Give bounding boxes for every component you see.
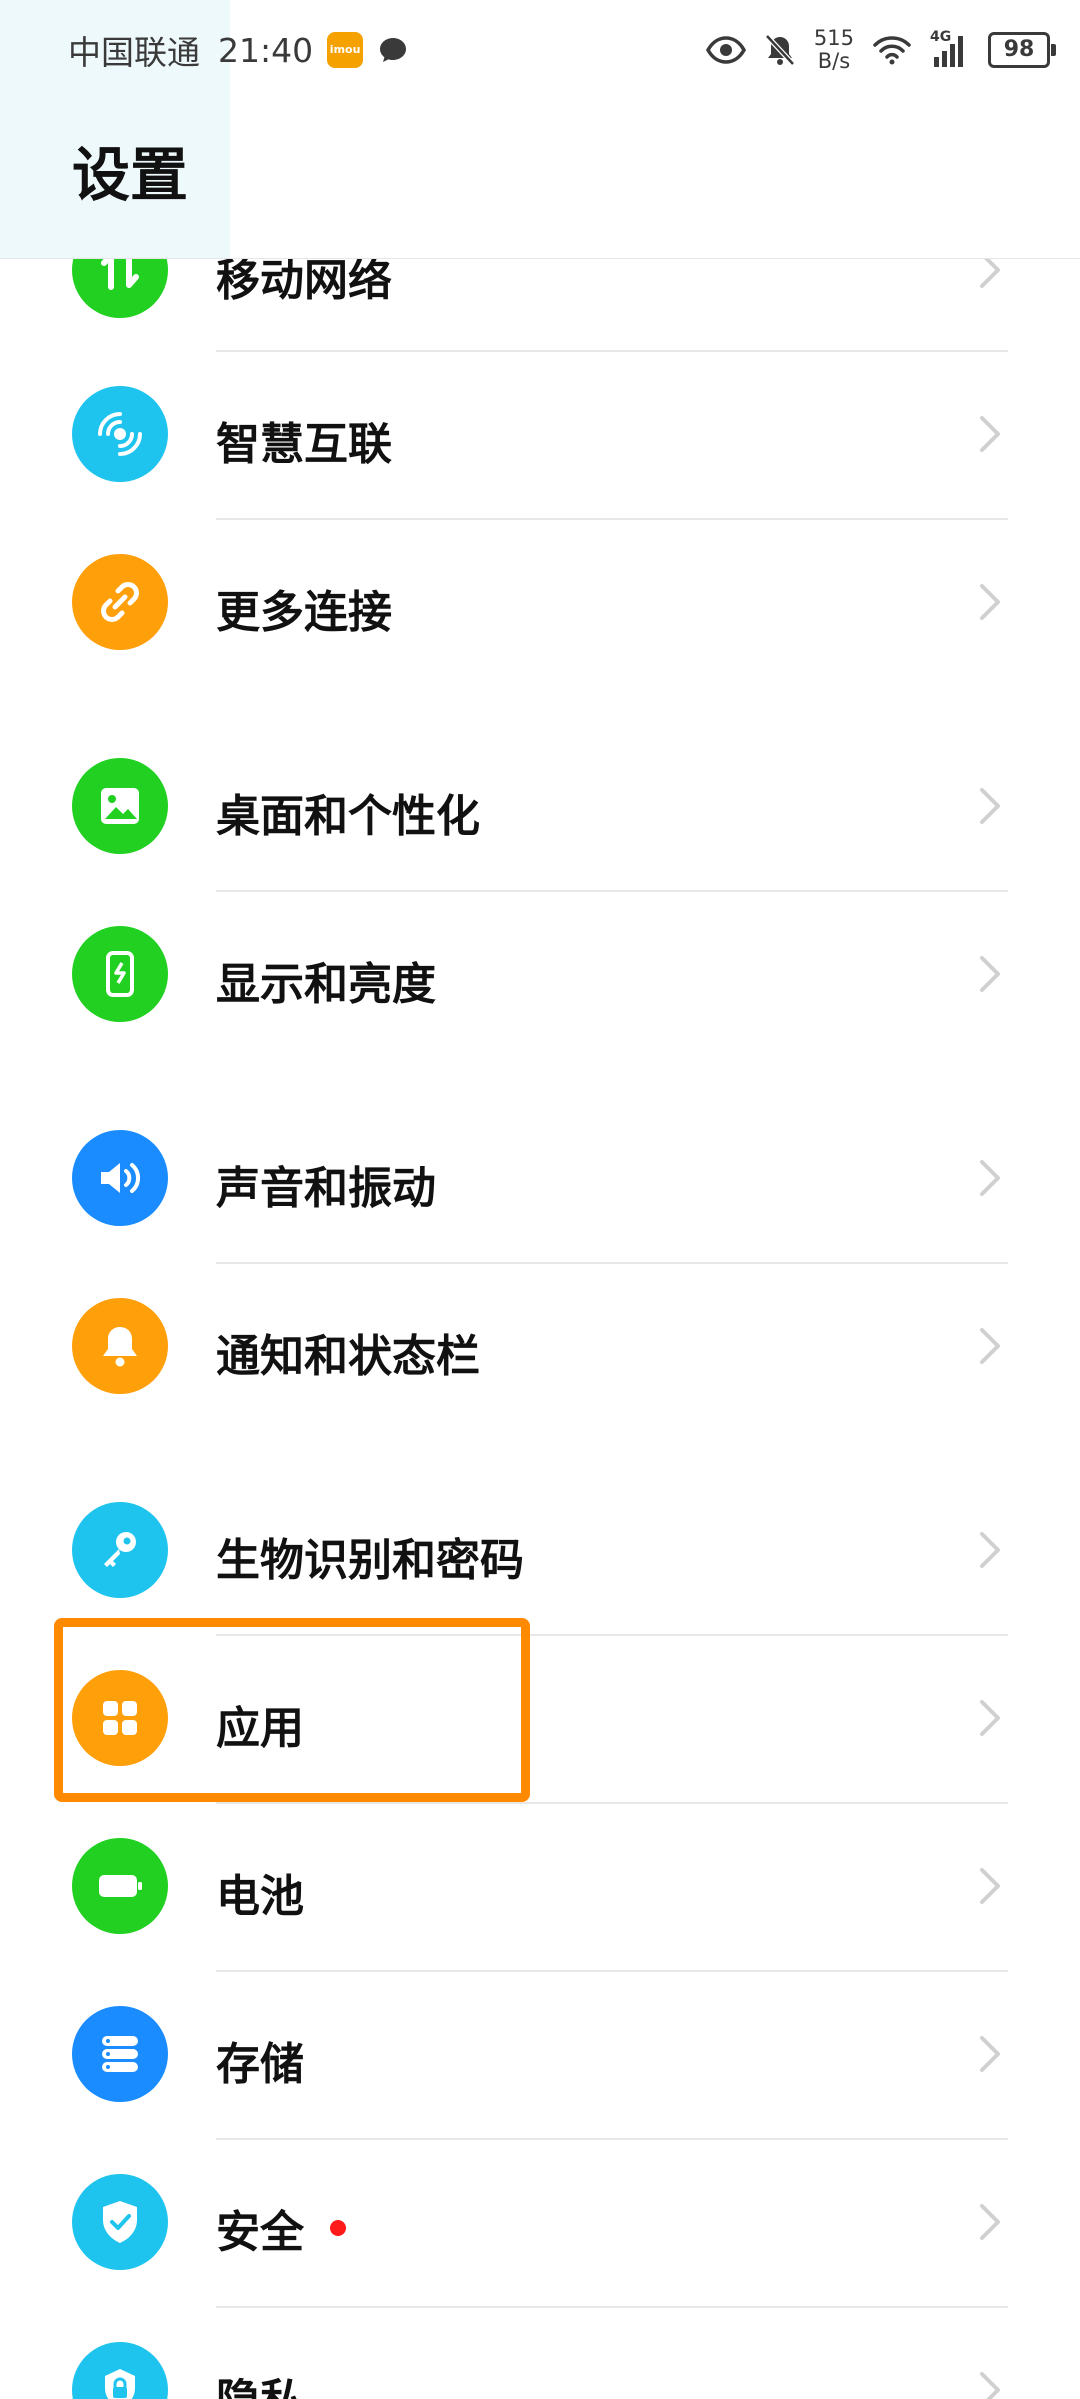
battery-indicator: 98 — [988, 32, 1056, 68]
status-left: 中国联通 21:40 imou — [68, 26, 409, 74]
link-icon — [72, 554, 168, 650]
status-right: 515 B/s 4G 98 — [705, 27, 1056, 73]
net-speed: 515 B/s — [814, 27, 854, 73]
chevron-right-icon — [980, 788, 1000, 824]
speaker-icon — [72, 1130, 168, 1226]
settings-item-more-connections[interactable]: 更多连接 — [0, 520, 1080, 688]
net-speed-value: 515 — [813, 26, 854, 50]
settings-item-label: 生物识别和密码 — [216, 1535, 524, 1586]
shield-check-icon — [72, 2174, 168, 2270]
settings-item-label: 桌面和个性化 — [216, 791, 480, 842]
chevron-right-icon — [980, 2372, 1000, 2399]
settings-item-label: 电池 — [216, 1871, 304, 1922]
chevron-right-icon — [980, 2036, 1000, 2072]
page-title: 设置 — [72, 141, 189, 209]
settings-item-display-brightness[interactable]: 显示和亮度 — [0, 892, 1080, 1060]
settings-item-privacy[interactable]: 隐私 — [0, 2308, 1080, 2399]
status-bar: 中国联通 21:40 imou 515 B/s 4G 98 — [0, 0, 1080, 100]
battery-icon — [72, 1838, 168, 1934]
notification-red-dot — [330, 2220, 346, 2236]
cell-signal: 4G — [930, 29, 970, 67]
settings-item-smart-connect[interactable]: 智慧互联 — [0, 352, 1080, 520]
settings-item-label: 显示和亮度 — [216, 959, 436, 1010]
chevron-right-icon — [980, 1328, 1000, 1364]
chevron-right-icon — [980, 1532, 1000, 1568]
chevron-right-icon — [980, 1700, 1000, 1736]
message-bubble-icon — [380, 38, 407, 62]
key-icon — [72, 1502, 168, 1598]
imou-app-icon: imou — [327, 32, 364, 68]
chevron-right-icon — [980, 2204, 1000, 2240]
settings-item-label: 安全 — [216, 2196, 346, 2260]
chevron-right-icon — [980, 956, 1000, 992]
chevron-right-icon — [980, 1868, 1000, 1904]
settings-item-security[interactable]: 安全 — [0, 2140, 1080, 2308]
chevron-right-icon — [980, 416, 1000, 452]
highlight-box — [54, 1618, 530, 1802]
settings-item-label: 通知和状态栏 — [216, 1331, 480, 1382]
display-icon — [72, 926, 168, 1022]
settings-item-biometrics-password[interactable]: 生物识别和密码 — [0, 1468, 1080, 1636]
settings-item-battery[interactable]: 电池 — [0, 1804, 1080, 1972]
carrier-name: 中国联通 — [68, 33, 200, 72]
wifi-icon — [873, 36, 911, 65]
settings-item-label: 更多连接 — [216, 587, 392, 638]
net-speed-unit: B/s — [817, 49, 851, 73]
bell-icon — [72, 1298, 168, 1394]
settings-item-label: 存储 — [216, 2039, 304, 2090]
clock-time: 21:40 — [218, 30, 314, 70]
smart-connect-icon — [72, 386, 168, 482]
settings-item-desktop-personalization[interactable]: 桌面和个性化 — [0, 724, 1080, 892]
signal-bars-icon — [934, 36, 963, 67]
settings-item-notifications-status-bar[interactable]: 通知和状态栏 — [0, 1264, 1080, 1432]
chevron-right-icon — [980, 1160, 1000, 1196]
privacy-lock-icon — [72, 2342, 168, 2399]
chevron-right-icon — [980, 584, 1000, 620]
bell-muted-icon — [765, 34, 795, 66]
settings-item-label: 声音和振动 — [216, 1163, 436, 1214]
settings-item-storage[interactable]: 存储 — [0, 1972, 1080, 2140]
settings-item-sound-vibration[interactable]: 声音和振动 — [0, 1096, 1080, 1264]
settings-item-label: 智慧互联 — [216, 419, 392, 470]
image-icon — [72, 758, 168, 854]
eye-icon — [705, 36, 746, 64]
storage-icon — [72, 2006, 168, 2102]
settings-item-label: 隐私 — [216, 2364, 304, 2399]
